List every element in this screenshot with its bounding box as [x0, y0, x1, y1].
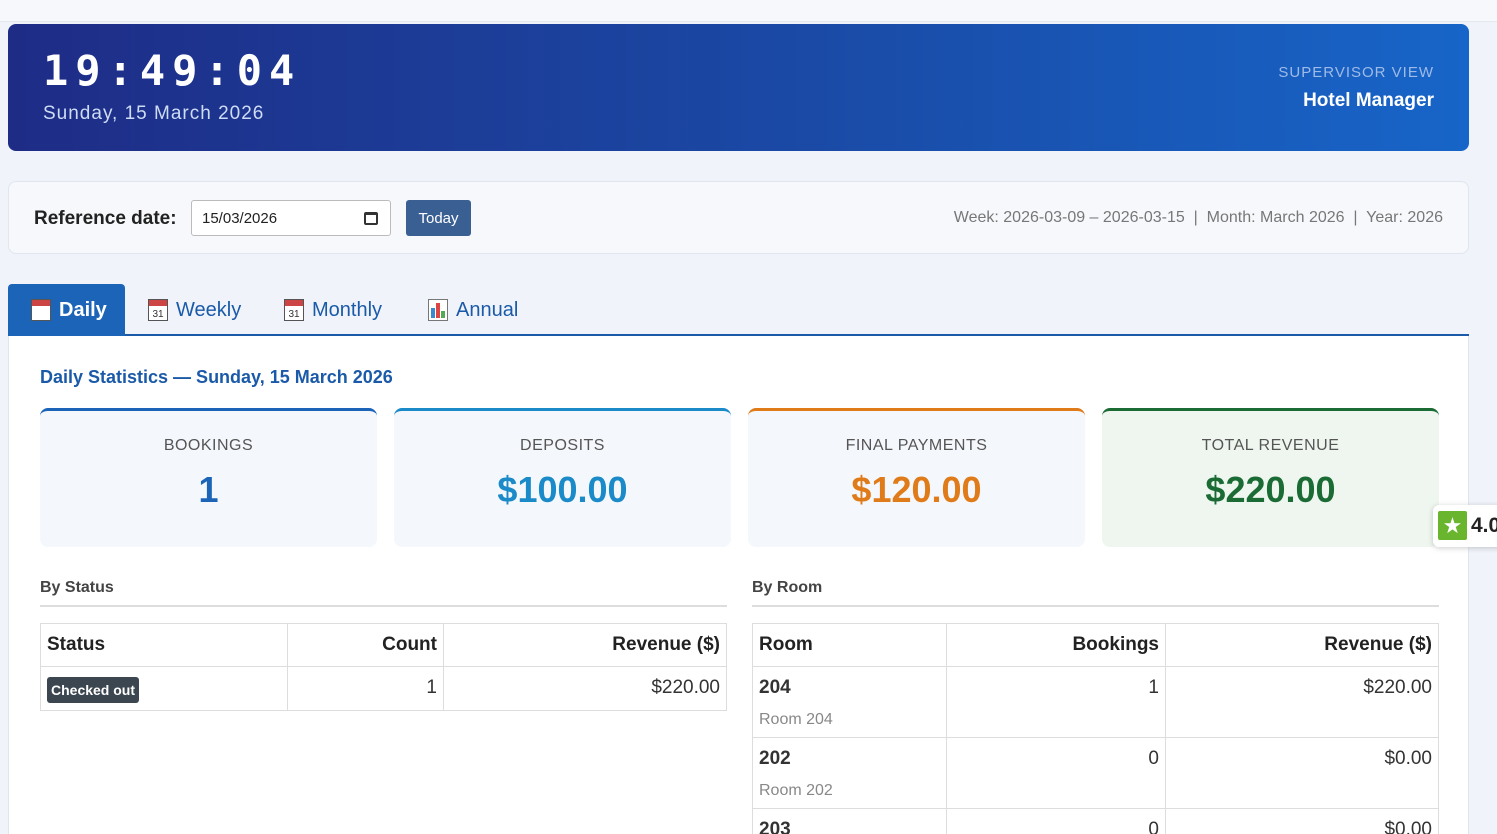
tab-daily[interactable]: Daily — [8, 284, 125, 336]
room-name: Room 202 — [759, 782, 833, 799]
calendar-31-icon: 31 — [284, 299, 304, 321]
room-table: Room Bookings Revenue ($) 204 Room 204 1 … — [752, 623, 1439, 834]
card-value: $220.00 — [1205, 469, 1336, 510]
divider — [40, 605, 727, 607]
tab-monthly[interactable]: 31 Monthly — [284, 284, 382, 336]
col-count: Count — [287, 623, 444, 667]
view-label: SUPERVISOR VIEW — [1278, 64, 1434, 81]
col-room: Room — [752, 623, 947, 667]
room-number: 204 — [759, 677, 791, 698]
final-payments-card: FINAL PAYMENTS $120.00 — [748, 408, 1085, 547]
calendar-picker-icon[interactable] — [364, 212, 378, 225]
tab-label: Monthly — [312, 298, 383, 321]
by-status-title: By Status — [40, 579, 114, 596]
card-label: FINAL PAYMENTS — [845, 437, 988, 454]
card-value: 1 — [198, 469, 219, 510]
clock: 19:49:04 — [43, 46, 302, 95]
period-summary: Week: 2026-03-09 – 2026-03-15 | Month: M… — [953, 209, 1443, 226]
col-bookings: Bookings — [946, 623, 1166, 667]
bookings-card: BOOKINGS 1 — [40, 408, 377, 547]
total-revenue-card: TOTAL REVENUE $220.00 — [1102, 408, 1439, 547]
browser-top-strip — [0, 0, 1497, 22]
bar-chart-icon — [428, 299, 448, 321]
tab-label: Annual — [456, 298, 519, 321]
room-bookings: 0 — [946, 808, 1166, 834]
status-revenue: $220.00 — [443, 666, 727, 711]
room-number: 202 — [759, 748, 791, 769]
date-value: 15/03/2026 — [202, 210, 278, 227]
rating-widget[interactable]: ★ 4.0 — [1433, 505, 1497, 547]
user-name: Hotel Manager — [1303, 90, 1434, 111]
panel-title: Daily Statistics — Sunday, 15 March 2026 — [40, 367, 393, 387]
reference-date-label: Reference date: — [34, 208, 177, 229]
today-button[interactable]: Today — [406, 200, 471, 236]
calendar-day-number: 31 — [152, 309, 164, 320]
calendar-icon — [31, 299, 51, 321]
table-row: 204 Room 204 1 $220.00 — [752, 666, 1439, 738]
status-table: Status Count Revenue ($) Checked out 1 $… — [40, 623, 727, 711]
calendar-day-number: 31 — [288, 309, 300, 320]
col-status: Status — [40, 623, 288, 667]
table-row: 203 0 $0.00 — [752, 808, 1439, 834]
card-value: $100.00 — [497, 469, 628, 510]
room-bookings: 1 — [946, 666, 1166, 738]
card-value: $120.00 — [851, 469, 982, 510]
room-revenue: $0.00 — [1165, 808, 1439, 834]
table-row: Checked out 1 $220.00 — [40, 666, 727, 711]
col-revenue: Revenue ($) — [1165, 623, 1439, 667]
room-revenue: $220.00 — [1165, 666, 1439, 738]
calendar-31-icon: 31 — [148, 299, 168, 321]
rating-value: 4.0 — [1471, 514, 1497, 537]
tab-weekly[interactable]: 31 Weekly — [148, 284, 241, 336]
card-label: BOOKINGS — [163, 437, 254, 454]
room-revenue: $0.00 — [1165, 737, 1439, 809]
card-label: DEPOSITS — [520, 437, 605, 454]
status-badge: Checked out — [47, 677, 140, 703]
room-number: 203 — [759, 819, 791, 834]
divider — [752, 605, 1439, 607]
tab-label: Weekly — [176, 298, 242, 321]
daily-stats-panel: Daily Statistics — Sunday, 15 March 2026… — [8, 336, 1469, 834]
room-bookings: 0 — [946, 737, 1166, 809]
by-room-title: By Room — [752, 579, 823, 596]
room-name: Room 204 — [759, 711, 833, 728]
deposits-card: DEPOSITS $100.00 — [394, 408, 731, 547]
table-row: 202 Room 202 0 $0.00 — [752, 737, 1439, 809]
tab-annual[interactable]: Annual — [428, 284, 518, 336]
star-icon: ★ — [1438, 511, 1467, 540]
card-label: TOTAL REVENUE — [1201, 437, 1340, 454]
header-banner: 19:49:04 Sunday, 15 March 2026 SUPERVISO… — [8, 24, 1469, 151]
header-date: Sunday, 15 March 2026 — [43, 103, 265, 124]
reference-date-input[interactable]: 15/03/2026 — [191, 200, 391, 236]
tab-label: Daily — [59, 298, 107, 321]
status-count: 1 — [287, 666, 444, 711]
reference-date-bar: Reference date: 15/03/2026 Today Week: 2… — [8, 181, 1469, 254]
col-revenue: Revenue ($) — [443, 623, 727, 667]
stats-tabs: Daily 31 Weekly 31 Monthly Annual — [8, 284, 1469, 336]
